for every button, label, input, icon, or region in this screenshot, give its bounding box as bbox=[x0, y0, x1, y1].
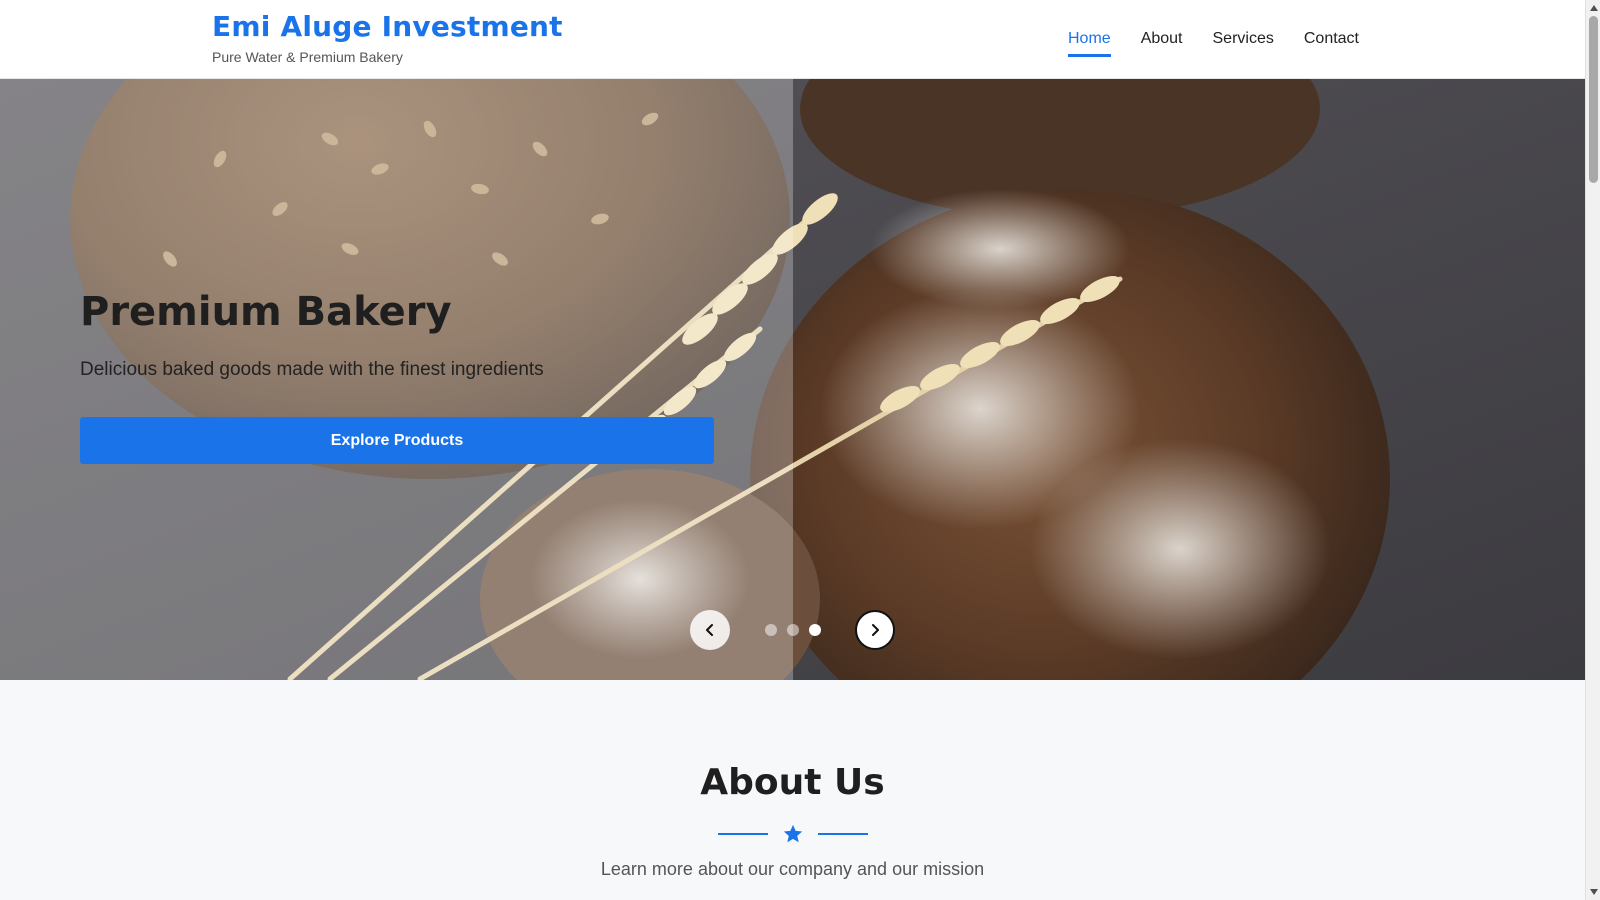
site-header: Emi Aluge Investment Pure Water & Premiu… bbox=[0, 0, 1585, 79]
brand[interactable]: Emi Aluge Investment Pure Water & Premiu… bbox=[212, 10, 563, 65]
about-title: About Us bbox=[700, 762, 885, 803]
carousel-indicators bbox=[765, 624, 821, 636]
about-section: About Us Learn more about our company an… bbox=[0, 680, 1585, 900]
scroll-up-arrow-icon[interactable] bbox=[1588, 2, 1599, 14]
carousel-dot-2[interactable] bbox=[787, 624, 799, 636]
nav-home[interactable]: Home bbox=[1068, 30, 1111, 57]
explore-products-button[interactable]: Explore Products bbox=[80, 417, 714, 464]
star-icon bbox=[783, 824, 802, 843]
chevron-right-icon bbox=[872, 624, 879, 636]
hero-title: Premium Bakery bbox=[80, 289, 452, 335]
divider-line-right bbox=[817, 833, 868, 835]
main-nav: Home About Services Contact bbox=[1068, 30, 1359, 57]
brand-title[interactable]: Emi Aluge Investment bbox=[212, 10, 563, 43]
carousel-prev-button[interactable] bbox=[690, 610, 730, 650]
hero-carousel: Premium Bakery Delicious baked goods mad… bbox=[0, 79, 1585, 680]
carousel-dot-3[interactable] bbox=[809, 624, 821, 636]
divider-line-left bbox=[717, 833, 768, 835]
nav-contact[interactable]: Contact bbox=[1304, 30, 1359, 57]
hero-content: Premium Bakery Delicious baked goods mad… bbox=[80, 289, 714, 464]
chevron-left-icon bbox=[706, 624, 713, 636]
section-divider bbox=[0, 823, 1585, 845]
hero-subtitle: Delicious baked goods made with the fine… bbox=[80, 359, 544, 380]
scroll-down-arrow-icon[interactable] bbox=[1588, 886, 1599, 898]
nav-services[interactable]: Services bbox=[1213, 30, 1274, 57]
scrollbar-thumb[interactable] bbox=[1589, 16, 1598, 183]
nav-about[interactable]: About bbox=[1141, 30, 1183, 57]
carousel-next-button[interactable] bbox=[855, 610, 895, 650]
carousel-dot-1[interactable] bbox=[765, 624, 777, 636]
page-scrollbar[interactable] bbox=[1585, 0, 1600, 900]
brand-subtitle: Pure Water & Premium Bakery bbox=[212, 49, 403, 65]
about-subtitle: Learn more about our company and our mis… bbox=[600, 859, 985, 879]
